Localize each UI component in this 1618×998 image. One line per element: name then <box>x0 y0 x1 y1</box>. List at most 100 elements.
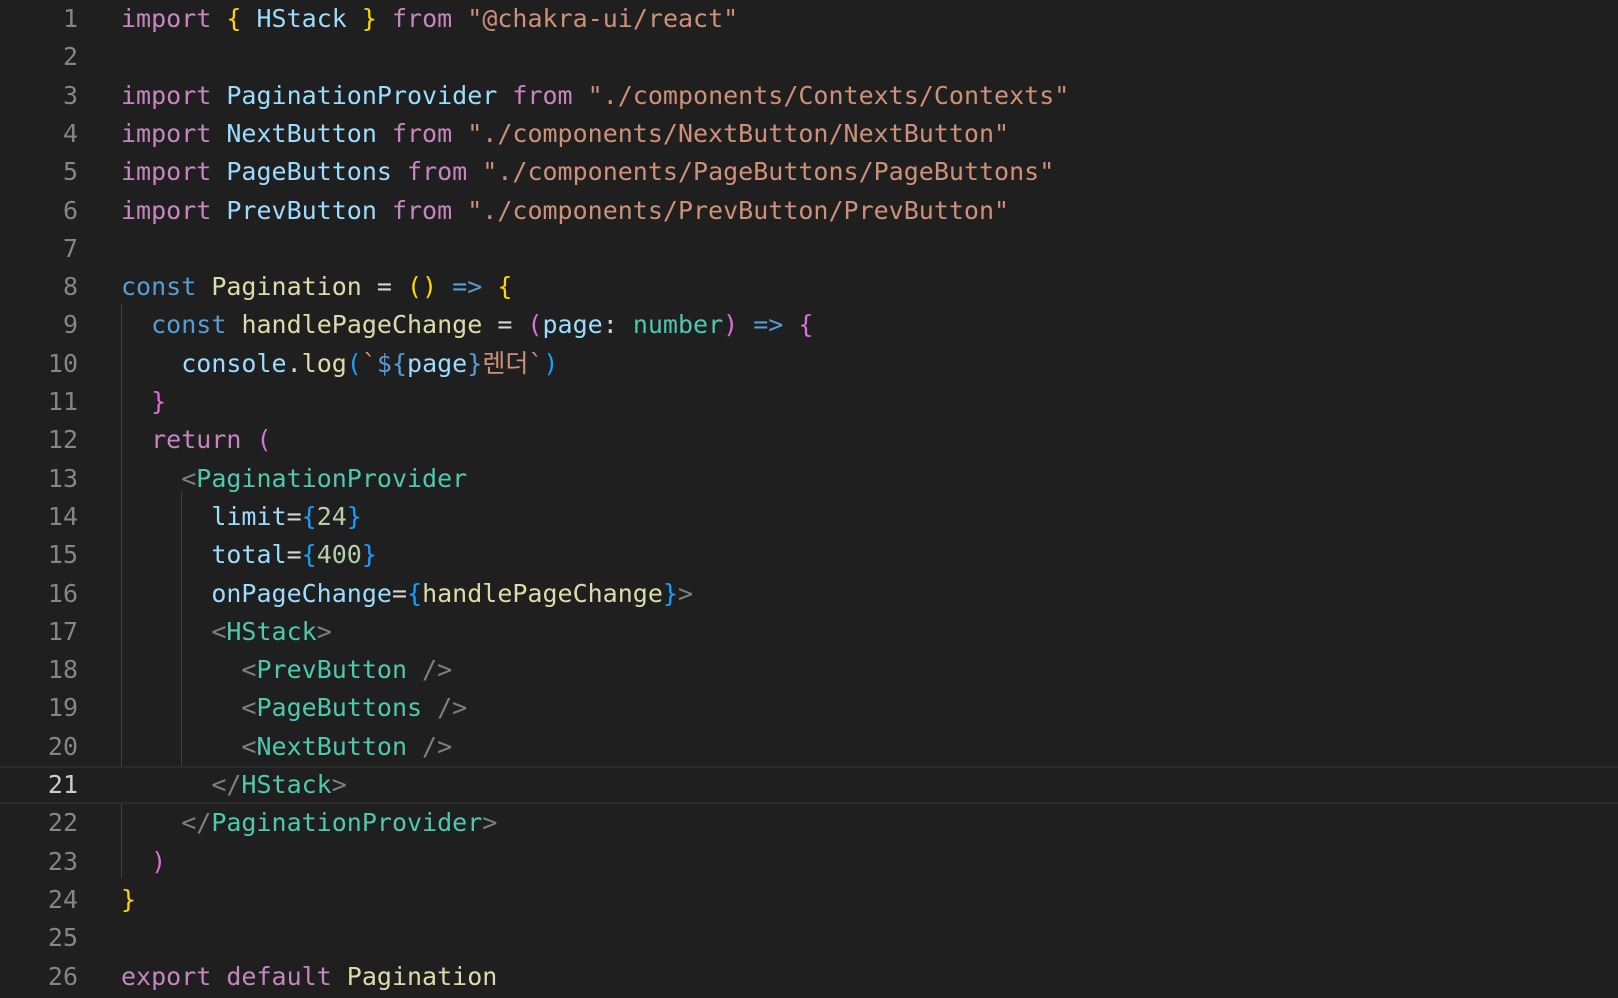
code-text: const Pagination = () => { <box>121 268 512 306</box>
code-token: ( <box>527 310 543 340</box>
code-token: { <box>301 501 317 531</box>
code-line[interactable]: 22 </PaginationProvider> <box>0 804 1618 842</box>
line-number: 20 <box>47 731 78 761</box>
code-text: <PaginationProvider <box>121 460 467 498</box>
code-text: onPageChange={handlePageChange}> <box>121 575 693 613</box>
code-editor[interactable]: 1 import { HStack } from "@chakra-ui/reac… <box>0 0 1618 998</box>
code-token: < <box>241 693 257 723</box>
code-token: PrevButton <box>226 195 377 225</box>
code-line[interactable]: 24} <box>0 881 1618 919</box>
code-token: ) <box>723 310 739 340</box>
code-token: page <box>542 310 603 340</box>
code-line[interactable]: 7 <box>0 230 1618 268</box>
code-line[interactable]: 10 console.log(`${page}렌더`) <box>0 345 1618 383</box>
code-token: ( <box>346 348 362 378</box>
line-number: 18 <box>47 655 78 685</box>
code-line[interactable]: 26 export default Pagination <box>0 958 1618 996</box>
code-text: return ( <box>121 421 271 459</box>
code-token: < <box>241 655 257 685</box>
code-line[interactable]: 8 const Pagination = () => { <box>0 268 1618 306</box>
code-line[interactable]: 20 <NextButton /> <box>0 728 1618 766</box>
line-number: 8 <box>62 272 78 302</box>
code-line[interactable]: 18 <PrevButton /> <box>0 651 1618 689</box>
code-token: PaginationProvider <box>196 463 468 493</box>
code-token: </ <box>181 808 212 838</box>
code-token: import <box>121 118 212 148</box>
code-line[interactable]: 17 <HStack> <box>0 613 1618 651</box>
code-line[interactable]: 16 onPageChange={handlePageChange}> <box>0 575 1618 613</box>
code-token: HStack <box>241 770 332 799</box>
code-token: { <box>798 310 814 340</box>
code-line[interactable]: 13 <PaginationProvider <box>0 460 1618 498</box>
code-token: . <box>286 348 302 378</box>
code-token: { <box>407 578 423 608</box>
code-token: < <box>181 463 197 493</box>
code-token: } <box>662 578 678 608</box>
code-line[interactable]: 21 </HStack> <box>0 766 1618 804</box>
code-token: } <box>121 884 137 914</box>
code-token: < <box>241 731 257 761</box>
code-token: PaginationProvider <box>211 808 483 838</box>
code-text: import PaginationProvider from "./compon… <box>121 77 1069 115</box>
code-token: from <box>391 118 453 148</box>
code-line[interactable]: 25 <box>0 919 1618 957</box>
line-number: 14 <box>47 501 78 531</box>
code-text: <NextButton /> <box>121 728 452 766</box>
code-line[interactable]: 14 limit={24} <box>0 498 1618 536</box>
code-token: } <box>346 501 362 531</box>
line-number: 21 <box>47 770 78 799</box>
code-token: /> <box>407 731 453 761</box>
code-token: HStack <box>226 616 317 646</box>
code-line[interactable]: 19 <PageButtons /> <box>0 689 1618 727</box>
code-line[interactable]: 3 import PaginationProvider from "./compo… <box>0 77 1618 115</box>
code-token: ${ <box>376 348 408 378</box>
code-token: "./components/PageButtons/PageButtons" <box>482 157 1055 187</box>
line-number: 12 <box>47 425 78 455</box>
code-line[interactable]: 6 import PrevButton from "./components/Pr… <box>0 192 1618 230</box>
code-text: console.log(`${page}렌더`) <box>121 345 558 383</box>
code-line[interactable]: 5 import PageButtons from "./components/P… <box>0 153 1618 191</box>
code-text: </PaginationProvider> <box>121 804 497 842</box>
code-text: total={400} <box>121 536 377 574</box>
code-token: import <box>121 4 212 33</box>
code-line[interactable]: 15 total={400} <box>0 536 1618 574</box>
line-number: 22 <box>47 808 78 838</box>
line-number: 6 <box>62 195 78 225</box>
code-text: import NextButton from "./components/Nex… <box>121 115 1009 153</box>
code-text: limit={24} <box>121 498 362 536</box>
code-line[interactable]: 9 const handlePageChange = (page: number… <box>0 306 1618 344</box>
code-line[interactable]: 12 return ( <box>0 421 1618 459</box>
code-line[interactable]: 1 import { HStack } from "@chakra-ui/reac… <box>0 0 1618 38</box>
code-line[interactable]: 2 <box>0 38 1618 76</box>
code-token: from <box>407 157 468 187</box>
code-token: } <box>467 348 483 378</box>
code-line[interactable]: 11 } <box>0 383 1618 421</box>
line-number: 25 <box>47 923 78 953</box>
code-line[interactable]: 4 import NextButton from "./components/Ne… <box>0 115 1618 153</box>
code-token: NextButton <box>226 118 377 148</box>
code-line[interactable]: 23 ) <box>0 843 1618 881</box>
code-token: : <box>602 310 633 340</box>
code-token: import <box>121 195 212 225</box>
code-token: ) <box>151 846 167 876</box>
